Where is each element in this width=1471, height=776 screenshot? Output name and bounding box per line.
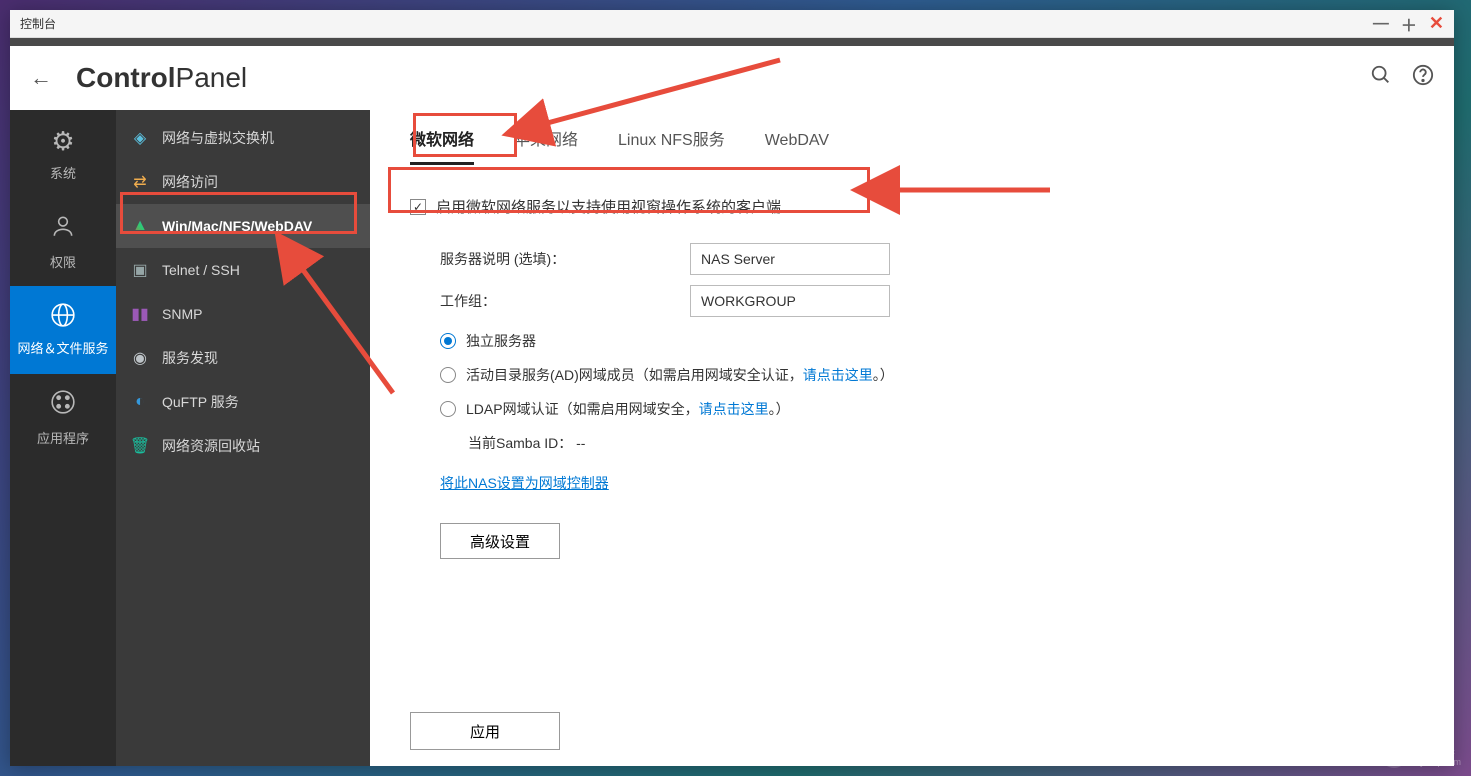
radar-icon: ◉: [130, 348, 150, 368]
nav-permissions[interactable]: 权限: [10, 198, 116, 286]
access-icon: ⇄: [130, 172, 150, 192]
minimize-icon[interactable]: —: [1373, 15, 1389, 33]
page-title: ControlPanel: [76, 62, 247, 94]
advanced-settings-button[interactable]: 高级设置: [440, 523, 560, 559]
sec-network-vswitch[interactable]: ◈网络与虚拟交换机: [116, 116, 370, 160]
sec-win-mac-nfs-webdav[interactable]: ▲Win/Mac/NFS/WebDAV: [116, 204, 370, 248]
server-desc-row: 服务器说明 (选填)：: [440, 243, 1414, 275]
sec-quftp[interactable]: ◐QuFTP 服务: [116, 380, 370, 424]
sidebar-primary: ⚙ 系统 权限 网络＆文件服务 应用程序: [10, 110, 116, 766]
nas-domain-controller-row: 将此NAS设置为网域控制器: [440, 473, 1414, 493]
sec-recycle-bin[interactable]: 🗑网络资源回收站: [116, 424, 370, 468]
content: ✓ 启用微软网络服务以支持使用视窗操作系统的客户端 服务器说明 (选填)： 工作…: [370, 166, 1454, 696]
window: 控制台 — ＋ ✕ ← ControlPanel ⚙ 系统: [10, 10, 1454, 766]
sidebar-secondary: ◈网络与虚拟交换机 ⇄网络访问 ▲Win/Mac/NFS/WebDAV ▣Tel…: [116, 110, 370, 766]
back-icon[interactable]: ←: [30, 65, 52, 91]
radio-ldap-label: LDAP网域认证（如需启用网域安全，请点击这里。）: [466, 399, 790, 419]
radio-standalone[interactable]: [440, 333, 456, 349]
body: ⚙ 系统 权限 网络＆文件服务 应用程序: [10, 110, 1454, 766]
workgroup-input[interactable]: [690, 285, 890, 317]
help-icon[interactable]: [1412, 64, 1434, 92]
radio-ad[interactable]: [440, 367, 456, 383]
network-icon: ◈: [130, 128, 150, 148]
nav-system[interactable]: ⚙ 系统: [10, 110, 116, 198]
ftp-icon: ◐: [130, 392, 150, 412]
sec-snmp[interactable]: ▮▮SNMP: [116, 292, 370, 336]
apply-button[interactable]: 应用: [410, 712, 560, 750]
tab-apple-network[interactable]: 苹果网络: [514, 126, 578, 165]
sec-network-access[interactable]: ⇄网络访问: [116, 160, 370, 204]
header-actions: [1370, 64, 1434, 92]
window-controls: — ＋ ✕: [1373, 12, 1444, 36]
enable-ms-network-label: 启用微软网络服务以支持使用视窗操作系统的客户端: [436, 196, 781, 217]
enable-ms-network-checkbox[interactable]: ✓: [410, 199, 426, 215]
watermark: ⊙ 路由器 luyouqi.com: [1381, 742, 1461, 768]
enable-ms-network-row[interactable]: ✓ 启用微软网络服务以支持使用视窗操作系统的客户端: [410, 186, 1414, 233]
tab-microsoft-network[interactable]: 微软网络: [410, 126, 474, 165]
workgroup-row: 工作组：: [440, 285, 1414, 317]
gear-icon: ⚙: [51, 126, 74, 157]
header: ← ControlPanel: [10, 46, 1454, 110]
terminal-icon: ▣: [130, 260, 150, 280]
user-icon: [50, 213, 76, 246]
search-icon[interactable]: [1370, 64, 1392, 92]
window-title: 控制台: [20, 15, 1373, 32]
samba-id-row: 当前Samba ID： --: [468, 433, 1414, 453]
maximize-icon[interactable]: ＋: [1401, 12, 1417, 36]
nav-applications[interactable]: 应用程序: [10, 374, 116, 462]
grid-icon: [50, 389, 76, 422]
server-desc-input[interactable]: [690, 243, 890, 275]
radio-ldap-row[interactable]: LDAP网域认证（如需启用网域安全，请点击这里。）: [440, 399, 1414, 419]
chart-icon: ▮▮: [130, 304, 150, 324]
protocols-icon: ▲: [130, 216, 150, 236]
navbar-strip: [10, 38, 1454, 46]
radio-ad-row[interactable]: 活动目录服务(AD)网域成员（如需启用网域安全认证，请点击这里。）: [440, 365, 1414, 385]
radio-standalone-row[interactable]: 独立服务器: [440, 331, 1414, 351]
radio-ad-label: 活动目录服务(AD)网域成员（如需启用网域安全认证，请点击这里。）: [466, 365, 894, 385]
globe-icon: [50, 302, 76, 335]
nav-network-file-services[interactable]: 网络＆文件服务: [10, 286, 116, 374]
radio-ldap[interactable]: [440, 401, 456, 417]
recycle-icon: 🗑: [130, 436, 150, 456]
tab-webdav[interactable]: WebDAV: [765, 132, 829, 165]
titlebar: 控制台 — ＋ ✕: [10, 10, 1454, 38]
tabs: 微软网络 苹果网络 Linux NFS服务 WebDAV: [370, 110, 1454, 166]
sec-service-discovery[interactable]: ◉服务发现: [116, 336, 370, 380]
watermark-icon: ⊙: [1381, 742, 1407, 768]
server-desc-label: 服务器说明 (选填)：: [440, 249, 690, 269]
footer: 应用: [370, 696, 1454, 766]
workgroup-label: 工作组：: [440, 291, 690, 311]
ldap-link[interactable]: 请点击这里: [699, 401, 769, 417]
ad-link[interactable]: 请点击这里: [803, 367, 873, 383]
main: 微软网络 苹果网络 Linux NFS服务 WebDAV ✓ 启用微软网络服务以…: [370, 110, 1454, 766]
sec-telnet-ssh[interactable]: ▣Telnet / SSH: [116, 248, 370, 292]
close-icon[interactable]: ✕: [1429, 13, 1444, 34]
tab-linux-nfs[interactable]: Linux NFS服务: [618, 126, 725, 165]
nas-domain-controller-link[interactable]: 将此NAS设置为网域控制器: [440, 475, 609, 491]
